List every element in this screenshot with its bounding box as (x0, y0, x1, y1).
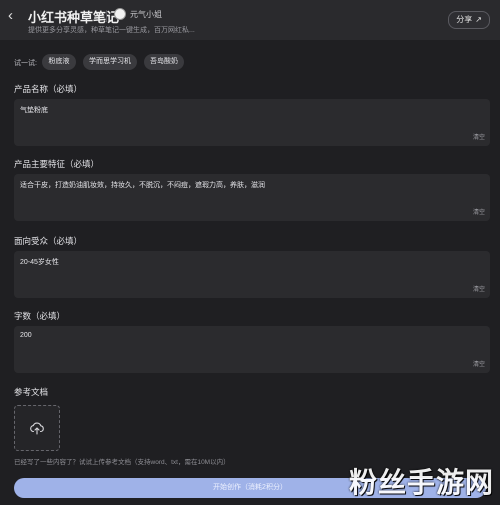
share-label: 分享 (456, 15, 473, 24)
audience-field[interactable]: 20-45岁女性 清空 (14, 251, 490, 298)
product-features-field[interactable]: 适合干皮，打造奶油肌妆效，持妆久，不脱沉，不闷痘，遮瑕力高，养肤，滋润 清空 (14, 174, 490, 221)
product-name-label: 产品名称（必填） (14, 84, 83, 94)
header-divider (106, 10, 107, 22)
product-name-field[interactable]: 气垫粉底 清空 (14, 99, 490, 146)
example-chip[interactable]: 学而思学习机 (83, 54, 137, 70)
app-header: ‹ 小红书种草笔记 元气小姐 提供更多分享灵感，种草笔记一键生成，百万网红私..… (0, 0, 500, 40)
share-arrow-icon: ↗ (475, 15, 482, 24)
clear-button[interactable]: 清空 (473, 132, 485, 141)
clear-button[interactable]: 清空 (473, 207, 485, 216)
upload-hint: 已经写了一些内容了？试试上传参考文档（支持word、txt，需在10M以内） (14, 459, 230, 466)
product-name-value: 气垫粉底 (20, 107, 48, 114)
word-count-value: 200 (20, 332, 32, 339)
owner-name[interactable]: 元气小姐 (130, 9, 162, 20)
reference-label: 参考文档 (14, 387, 49, 397)
word-count-field[interactable]: 200 清空 (14, 326, 490, 373)
share-button[interactable]: 分享 ↗ (448, 11, 490, 29)
page-subtitle: 提供更多分享灵感，种草笔记一键生成，百万网红私... (28, 27, 195, 34)
example-chip[interactable]: 粉底液 (42, 54, 76, 70)
clear-button[interactable]: 清空 (473, 284, 485, 293)
owner-avatar[interactable] (114, 8, 126, 20)
audience-label: 面向受众（必填） (14, 236, 83, 246)
clear-button[interactable]: 清空 (473, 359, 485, 368)
try-label: 试一试: (14, 60, 37, 67)
word-count-label: 字数（必填） (14, 311, 66, 321)
product-features-value: 适合干皮，打造奶油肌妆效，持妆久，不脱沉，不闷痘，遮瑕力高，养肤，滋润 (20, 182, 265, 189)
upload-box[interactable] (14, 405, 60, 451)
example-chip[interactable]: 吾岛酸奶 (144, 54, 184, 70)
watermark-logo: 粉丝手游网 (348, 467, 494, 498)
audience-value: 20-45岁女性 (20, 259, 59, 266)
product-features-label: 产品主要特征（必填） (14, 159, 100, 169)
cloud-upload-icon (30, 422, 44, 435)
back-arrow-icon[interactable]: ‹ (8, 8, 20, 23)
